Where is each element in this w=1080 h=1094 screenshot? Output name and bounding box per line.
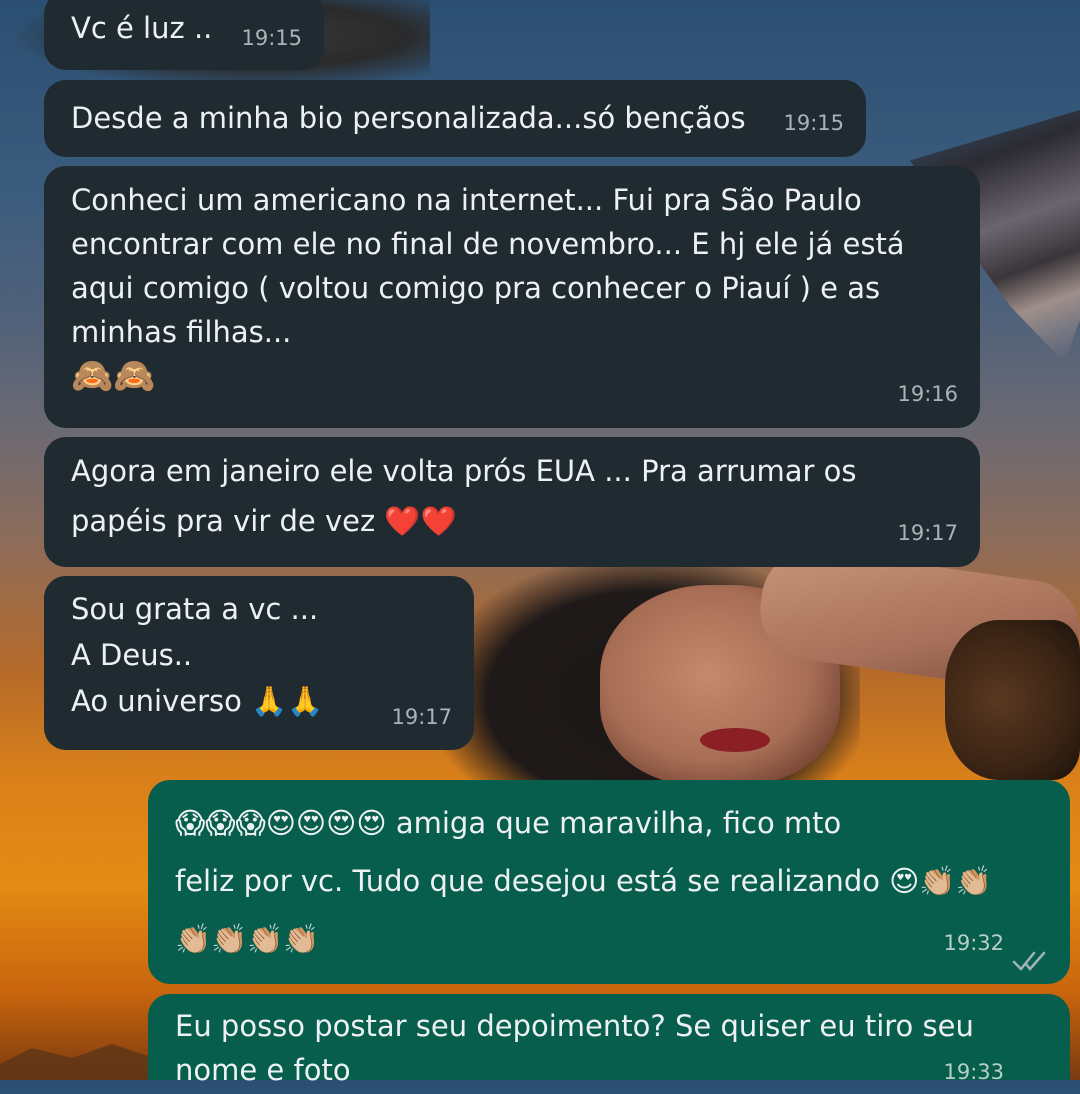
message-text: encontrar com ele no final de novembro..… [71,227,905,261]
message-text: A Deus.. [71,638,193,672]
message-text: papéis pra vir de vez ❤️❤️ [71,504,457,538]
message-text: 😱😱😱😍😍😍😍 amiga que maravilha, fico mto [175,806,842,840]
message-bubble-incoming[interactable]: Conheci um americano na internet... Fui … [44,166,980,428]
message-time: 19:33 [943,1060,1004,1084]
message-text: aqui comigo ( voltou comigo pra conhecer… [71,271,881,305]
message-text: Desde a minha bio personalizada...só ben… [71,101,746,135]
message-text: minhas filhas... [71,315,292,349]
message-text: Sou grata a vc ... [71,592,319,626]
message-time: 19:15 [241,26,302,50]
wallpaper-woman-face [600,585,840,785]
message-emoji: 👏🏼👏🏼👏🏼👏🏼 [175,922,320,956]
message-bubble-incoming[interactable]: Desde a minha bio personalizada...só ben… [44,80,866,157]
message-time: 19:17 [897,521,958,545]
message-emoji: 🙈🙈 [71,356,156,396]
message-time: 19:15 [783,111,844,135]
message-bubble-incoming[interactable]: Agora em janeiro ele volta prós EUA ... … [44,437,980,567]
message-text: Conheci um americano na internet... Fui … [71,183,862,217]
message-time: 19:17 [391,705,452,729]
message-bubble-incoming[interactable]: Vc é luz .. 19:15 [44,0,324,70]
wallpaper-bracelet [945,620,1080,780]
message-time: 19:32 [943,931,1004,955]
read-receipt-icon [1012,951,1046,971]
message-bubble-outgoing[interactable]: 😱😱😱😍😍😍😍 amiga que maravilha, fico mto fe… [148,780,1070,984]
wallpaper-woman-hair [440,560,860,790]
message-bubble-outgoing[interactable]: Eu posso postar seu depoimento? Se quise… [148,994,1070,1087]
message-text: feliz por vc. Tudo que desejou está se r… [175,864,992,898]
message-text: nome e foto [175,1053,351,1087]
message-text: Agora em janeiro ele volta prós EUA ... … [71,454,857,488]
message-text: Eu posso postar seu depoimento? Se quise… [175,1009,974,1043]
message-time: 19:16 [897,382,958,406]
wallpaper-mountains [0,1044,160,1080]
message-bubble-incoming[interactable]: Sou grata a vc ... A Deus.. Ao universo … [44,576,474,750]
wallpaper-woman-lips [700,728,770,752]
